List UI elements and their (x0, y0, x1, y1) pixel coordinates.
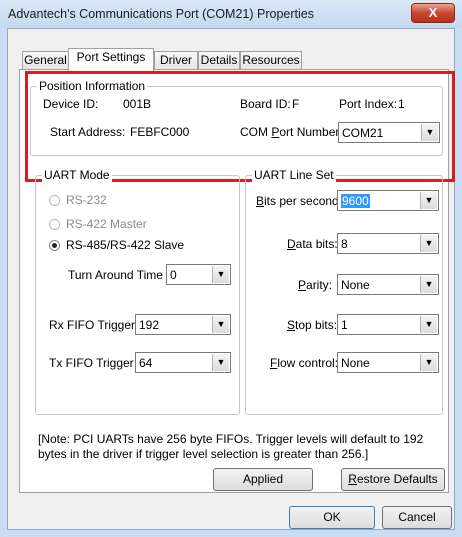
stop-bits-value: 1 (341, 318, 348, 332)
rx-fifo-trigger-value: 192 (139, 318, 160, 332)
chevron-down-icon[interactable]: ▼ (212, 316, 229, 333)
tab-port-settings[interactable]: Port Settings (68, 48, 154, 71)
bits-per-second-select[interactable]: 9600 ▼ (337, 190, 439, 211)
chevron-down-icon[interactable]: ▼ (420, 235, 437, 252)
tab-general[interactable]: General (22, 51, 69, 70)
uart-line-set-group: UART Line Set (245, 168, 443, 415)
cancel-button[interactable]: Cancel (382, 506, 452, 529)
chevron-down-icon[interactable]: ▼ (420, 354, 437, 371)
chevron-down-icon[interactable]: ▼ (212, 354, 229, 371)
rs232-label: RS-232 (66, 193, 107, 207)
data-bits-value: 8 (341, 237, 348, 251)
bits-per-second-value: 9600 (341, 194, 370, 208)
chevron-down-icon[interactable]: ▼ (212, 266, 229, 283)
rs485-slave-label: RS-485/RS-422 Slave (66, 238, 185, 252)
rx-fifo-trigger-select[interactable]: 192 ▼ (135, 314, 231, 335)
tab-details[interactable]: Details (198, 51, 240, 70)
bits-per-second-label: Bits per second: (256, 194, 343, 208)
ok-button[interactable]: OK (289, 506, 375, 529)
uart-line-set-legend: UART Line Set (252, 168, 336, 182)
chevron-down-icon[interactable]: ▼ (420, 192, 437, 209)
flow-control-select[interactable]: None ▼ (337, 352, 439, 373)
close-icon: X (428, 5, 438, 20)
radio-selected-dot (52, 243, 57, 248)
flow-control-label: Flow control: (270, 356, 339, 370)
data-bits-select[interactable]: 8 ▼ (337, 233, 439, 254)
title-bar[interactable]: Advantech's Communications Port (COM21) … (0, 0, 462, 28)
uart-mode-legend: UART Mode (42, 168, 112, 182)
turn-around-time-label: Turn Around Time (68, 268, 163, 282)
rx-fifo-trigger-label: Rx FIFO Trigger (49, 318, 136, 332)
tx-fifo-trigger-label: Tx FIFO Trigger (49, 356, 134, 370)
window-title: Advantech's Communications Port (COM21) … (8, 7, 314, 21)
uart-mode-group: UART Mode (35, 168, 240, 415)
turn-around-time-value: 0 (170, 268, 177, 282)
fifo-note: [Note: PCI UARTs have 256 byte FIFOs. Tr… (38, 432, 424, 461)
stop-bits-label: Stop bits: (287, 318, 338, 332)
stop-bits-select[interactable]: 1 ▼ (337, 314, 439, 335)
parity-value: None (341, 278, 370, 292)
parity-label: Parity: (298, 278, 333, 292)
chevron-down-icon[interactable]: ▼ (420, 316, 437, 333)
tx-fifo-trigger-select[interactable]: 64 ▼ (135, 352, 231, 373)
applied-button[interactable]: Applied (213, 468, 313, 491)
data-bits-label: Data bits: (287, 237, 338, 251)
turn-around-time-select[interactable]: 0 ▼ (166, 264, 231, 285)
restore-defaults-button[interactable]: Restore Defaults (341, 468, 445, 491)
chevron-down-icon[interactable]: ▼ (420, 276, 437, 293)
highlight-box (25, 71, 455, 182)
rs422-master-radio[interactable] (49, 219, 60, 230)
tab-driver[interactable]: Driver (154, 51, 198, 70)
close-button[interactable]: X (411, 3, 455, 23)
parity-select[interactable]: None ▼ (337, 274, 439, 295)
rs422-master-label: RS-422 Master (66, 217, 147, 231)
rs485-slave-radio[interactable] (49, 240, 60, 251)
tab-resources[interactable]: Resources (240, 51, 302, 70)
tx-fifo-trigger-value: 64 (139, 356, 153, 370)
rs232-radio[interactable] (49, 195, 60, 206)
flow-control-value: None (341, 356, 370, 370)
